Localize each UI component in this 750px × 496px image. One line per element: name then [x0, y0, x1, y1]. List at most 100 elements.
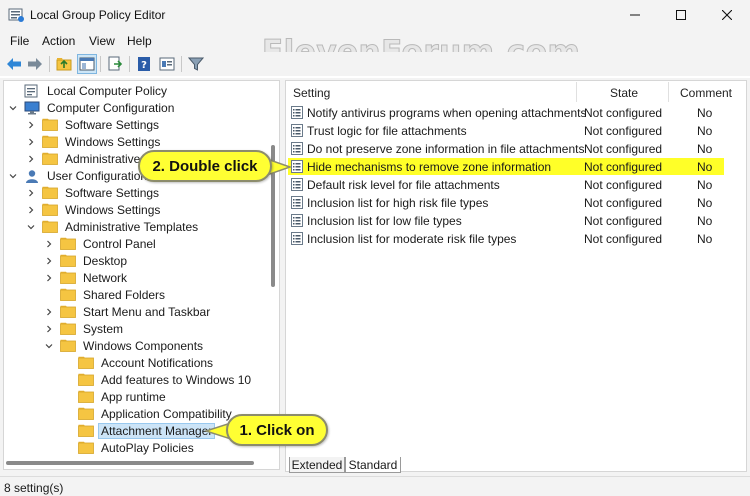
filter-icon[interactable] — [186, 54, 206, 74]
tree-item-control-panel[interactable]: Control Panel — [44, 235, 158, 252]
menu-action[interactable]: Action — [42, 34, 75, 48]
column-header-comment[interactable]: Comment — [680, 86, 732, 100]
tree-pane[interactable]: Local Computer Policy Computer Configurat… — [3, 80, 280, 470]
column-header-setting[interactable]: Setting — [293, 86, 330, 100]
setting-row[interactable]: Inclusion list for high risk file types N… — [288, 194, 724, 211]
setting-row[interactable]: Inclusion list for moderate risk file ty… — [288, 230, 724, 247]
folder-icon — [42, 186, 58, 199]
tree-item-desktop[interactable]: Desktop — [44, 252, 129, 269]
tree-item-start-menu[interactable]: Start Menu and Taskbar — [44, 303, 212, 320]
setting-comment: No — [697, 214, 713, 228]
tree-item-shared-folders[interactable]: Shared Folders — [44, 286, 167, 303]
close-icon[interactable] — [704, 0, 750, 30]
setting-name: Inclusion list for moderate risk file ty… — [307, 232, 517, 246]
column-header-state[interactable]: State — [610, 86, 638, 100]
folder-icon — [78, 356, 94, 369]
help-icon[interactable]: ? — [134, 54, 154, 74]
column-divider[interactable] — [576, 82, 577, 102]
tree-item-attachment-manager[interactable]: Attachment Manager — [62, 422, 216, 439]
up-folder-icon[interactable] — [54, 54, 74, 74]
chevron-down-icon[interactable] — [8, 171, 18, 181]
setting-row[interactable]: Default risk level for file attachments N… — [288, 176, 724, 193]
tree-item-label: User Configuration — [47, 168, 148, 183]
setting-name: Do not preserve zone information in file… — [307, 142, 585, 156]
setting-comment: No — [697, 178, 713, 192]
tree-item-administrative-templates-2[interactable]: Administrative Templates — [26, 218, 200, 235]
callout-double-click: 2. Double click — [138, 150, 272, 182]
tab-extended[interactable]: Extended — [289, 457, 345, 473]
tree-item-root[interactable]: Local Computer Policy — [8, 82, 169, 99]
tab-standard[interactable]: Standard — [345, 457, 401, 473]
tree-item-label: Start Menu and Taskbar — [83, 304, 211, 319]
tree-item-user-configuration[interactable]: User Configuration — [8, 167, 149, 184]
menu-view[interactable]: View — [89, 34, 115, 48]
export-list-icon[interactable] — [105, 54, 125, 74]
maximize-icon[interactable] — [658, 0, 704, 30]
setting-row-highlighted[interactable]: Hide mechanisms to remove zone informati… — [288, 158, 724, 175]
tree-item-software-settings-1[interactable]: Software Settings — [26, 116, 161, 133]
chevron-right-icon[interactable] — [26, 188, 36, 198]
chevron-right-icon[interactable] — [44, 256, 54, 266]
setting-row[interactable]: Do not preserve zone information in file… — [288, 140, 724, 157]
tree-item-label: Shared Folders — [83, 287, 166, 302]
tree-item-autoplay[interactable]: AutoPlay Policies — [62, 439, 196, 456]
tree-item-software-settings-2[interactable]: Software Settings — [26, 184, 161, 201]
chevron-right-icon[interactable] — [44, 324, 54, 334]
minimize-icon[interactable] — [612, 0, 658, 30]
tree-item-windows-settings-2[interactable]: Windows Settings — [26, 201, 162, 218]
folder-icon — [42, 152, 58, 165]
policy-setting-icon — [291, 196, 303, 209]
tree-item-app-runtime[interactable]: App runtime — [62, 388, 168, 405]
tree-item-windows-settings-1[interactable]: Windows Settings — [26, 133, 162, 150]
setting-row[interactable]: Trust logic for file attachments Not conf… — [288, 122, 724, 139]
menu-help[interactable]: Help — [127, 34, 152, 48]
show-hide-tree-icon[interactable] — [77, 54, 97, 74]
tree-item-label: AutoPlay Policies — [101, 440, 194, 455]
policy-setting-icon — [291, 232, 303, 245]
chevron-right-icon[interactable] — [44, 307, 54, 317]
folder-icon — [42, 220, 58, 233]
tree-item-add-features[interactable]: Add features to Windows 10 — [62, 371, 253, 388]
setting-row[interactable]: Inclusion list for low file types Not con… — [288, 212, 724, 229]
tree-horizontal-scrollbar[interactable] — [6, 461, 254, 465]
setting-row[interactable]: Notify antivirus programs when opening a… — [288, 104, 724, 121]
setting-name: Notify antivirus programs when opening a… — [307, 106, 587, 120]
tree-item-label: App runtime — [101, 389, 166, 404]
tree-item-account-notifications[interactable]: Account Notifications — [62, 354, 215, 371]
chevron-right-icon[interactable] — [44, 273, 54, 283]
column-divider[interactable] — [668, 82, 669, 102]
tree-item-label: Network — [83, 270, 128, 285]
tree-item-windows-components[interactable]: Windows Components — [44, 337, 205, 354]
forward-arrow-icon[interactable] — [25, 54, 45, 74]
chevron-right-icon[interactable] — [26, 120, 36, 130]
folder-icon — [78, 441, 94, 454]
back-arrow-icon[interactable] — [4, 54, 24, 74]
chevron-right-icon[interactable] — [44, 239, 54, 249]
chevron-down-icon[interactable] — [8, 103, 18, 113]
callout-click-on: 1. Click on — [226, 414, 328, 446]
chevron-right-icon[interactable] — [26, 137, 36, 147]
tree-item-computer-configuration[interactable]: Computer Configuration — [8, 99, 176, 116]
menu-file[interactable]: File — [10, 34, 29, 48]
setting-state: Not configured — [584, 142, 663, 156]
toolbar: ? — [0, 52, 750, 76]
tree-item-label: Windows Settings — [65, 134, 161, 149]
tree-item-label: Software Settings — [65, 185, 160, 200]
folder-icon — [78, 373, 94, 386]
chevron-right-icon[interactable] — [26, 205, 36, 215]
setting-state: Not configured — [584, 178, 663, 192]
properties-icon[interactable] — [157, 54, 177, 74]
group-policy-app-icon — [8, 7, 24, 23]
tree-item-administrative-templates-1[interactable]: Administrative T — [26, 150, 153, 167]
user-icon — [24, 169, 40, 183]
chevron-right-icon[interactable] — [26, 154, 36, 164]
tree-item-label: System — [83, 321, 124, 336]
tree-item-system[interactable]: System — [44, 320, 125, 337]
setting-name: Default risk level for file attachments — [307, 178, 500, 192]
setting-comment: No — [697, 142, 713, 156]
chevron-down-icon[interactable] — [44, 341, 54, 351]
chevron-down-icon[interactable] — [26, 222, 36, 232]
tree-item-network[interactable]: Network — [44, 269, 129, 286]
